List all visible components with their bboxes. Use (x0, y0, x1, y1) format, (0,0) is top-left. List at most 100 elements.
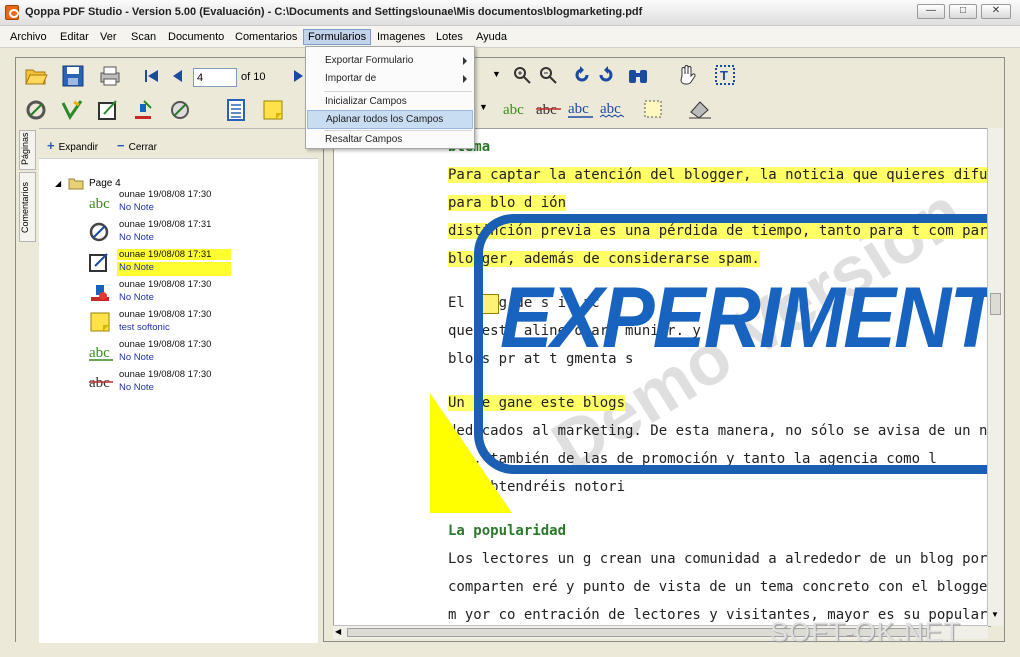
plus-icon: + (47, 138, 55, 153)
text-box-icon (89, 253, 108, 272)
rotate-left-icon[interactable] (572, 65, 592, 85)
menu-importar-de[interactable]: Importar de (307, 69, 473, 88)
maximize-button[interactable]: □ (949, 4, 977, 19)
annotation-note: No Note (119, 382, 154, 393)
menu-documento[interactable]: Documento (164, 29, 228, 45)
menu-imagenes[interactable]: Imagenes (373, 29, 429, 45)
collapse-arrow-icon[interactable]: ◢ (55, 179, 61, 188)
annotation-item-selected[interactable]: ounae 19/08/08 17:31 No Note (88, 247, 288, 277)
print-icon[interactable] (98, 64, 122, 88)
annotation-note: No Note (119, 292, 154, 303)
scroll-left-icon[interactable]: ◀ (335, 627, 341, 636)
text-select-icon[interactable]: T (714, 64, 736, 86)
find-binoculars-icon[interactable] (627, 64, 649, 86)
annotation-item[interactable]: ounae 19/08/08 17:30 test softonic (88, 307, 288, 337)
menu-aplanar-campos[interactable]: Aplanar todos los Campos (307, 110, 473, 129)
eraser-icon[interactable] (687, 96, 713, 120)
rotate-right-icon[interactable] (596, 65, 616, 85)
doc-line: Para captar la atención del blogger, la … (448, 167, 990, 183)
collapse-button[interactable]: − Cerrar (117, 138, 157, 153)
circle-icon (89, 222, 109, 242)
minus-icon: − (117, 138, 125, 153)
annotation-meta: ounae 19/08/08 17:30 (119, 309, 212, 320)
formularios-dropdown: Exportar Formulario Importar de Iniciali… (305, 46, 475, 149)
menu-ayuda[interactable]: Ayuda (472, 29, 511, 45)
area-select-icon[interactable] (642, 98, 664, 120)
save-icon[interactable] (61, 64, 85, 88)
note-tool-icon[interactable] (261, 98, 285, 122)
submenu-arrow-icon (463, 75, 467, 83)
annotation-meta: ounae 19/08/08 17:30 (119, 189, 212, 200)
strikeout-tool-icon[interactable]: abc (535, 99, 563, 119)
pencil-tool-icon[interactable] (60, 98, 84, 122)
tree-toolbar: + Expandir − Cerrar (39, 129, 318, 159)
collapse-label: Cerrar (128, 142, 157, 153)
menu-ver[interactable]: Ver (96, 29, 121, 45)
svg-text:abc: abc (89, 375, 110, 391)
annotation-meta: ounae 19/08/08 17:31 (117, 249, 231, 260)
menu-editar[interactable]: Editar (56, 29, 93, 45)
svg-text:T: T (720, 68, 728, 83)
window-title: Qoppa PDF Studio - Version 5.00 (Evaluac… (25, 6, 643, 18)
close-button[interactable]: ✕ (981, 4, 1011, 19)
annotation-item[interactable]: abc ounae 19/08/08 17:30 No Note (88, 187, 288, 217)
eraser-tool-icon[interactable] (168, 98, 192, 122)
menu-comentarios[interactable]: Comentarios (231, 29, 301, 45)
underline-text-icon: abc (89, 345, 113, 361)
menu-formularios[interactable]: Formularios (303, 29, 372, 45)
menu-exportar-formulario[interactable]: Exportar Formulario (307, 51, 473, 70)
menu-resaltar-campos[interactable]: Resaltar Campos (307, 130, 473, 149)
menu-bar: Archivo Editar Ver Scan Documento Coment… (0, 26, 1020, 48)
oval-tool-icon[interactable] (24, 98, 48, 122)
title-bar: Qoppa PDF Studio - Version 5.00 (Evaluac… (0, 0, 1020, 26)
next-page-icon[interactable] (291, 67, 305, 85)
pdf-page-view[interactable]: Demo Version blema Para captar la atenci… (333, 128, 991, 627)
list-view-icon[interactable] (224, 98, 248, 122)
tab-paginas[interactable]: Páginas (19, 130, 36, 170)
page-number-input[interactable] (193, 68, 237, 87)
zoom-out-icon[interactable] (538, 65, 558, 85)
menu-lotes[interactable]: Lotes (432, 29, 467, 45)
open-folder-icon[interactable] (24, 64, 48, 88)
svg-text:abc: abc (568, 101, 589, 117)
color-dropdown-icon[interactable]: ▼ (479, 102, 488, 112)
annotation-item[interactable]: ounae 19/08/08 17:31 No Note (88, 217, 288, 247)
annotation-item[interactable]: ounae 19/08/08 17:30 No Note (88, 277, 288, 307)
annotation-meta: ounae 19/08/08 17:30 (119, 279, 212, 290)
annotation-meta: ounae 19/08/08 17:31 (119, 219, 212, 230)
doc-line: para blo d ión (448, 195, 567, 211)
svg-text:abc: abc (536, 102, 557, 118)
app-icon (5, 5, 19, 20)
zoom-in-icon[interactable] (512, 65, 532, 85)
site-watermark: SOFT-OK.NET (770, 617, 962, 647)
side-tabs: Páginas Comentarios (16, 128, 39, 643)
minimize-button[interactable]: — (917, 4, 945, 19)
annotation-meta: ounae 19/08/08 17:30 (119, 339, 212, 350)
scroll-down-icon[interactable]: ▼ (991, 610, 999, 619)
zoom-dropdown-icon[interactable]: ▼ (492, 69, 501, 79)
first-page-icon[interactable] (143, 67, 161, 85)
text-box-tool-icon[interactable] (96, 98, 120, 122)
expand-button[interactable]: + Expandir (47, 138, 98, 153)
svg-text:abc: abc (89, 196, 110, 212)
scrollbar-thumb[interactable] (990, 293, 1001, 315)
menu-archivo[interactable]: Archivo (6, 29, 51, 45)
annotation-tree: ◢ Page 4 abc ounae 19/08/08 17:30 No Not… (55, 177, 315, 393)
annotation-note: No Note (119, 202, 154, 213)
menu-scan[interactable]: Scan (127, 29, 160, 45)
annotation-item[interactable]: abc ounae 19/08/08 17:30 No Note (88, 367, 288, 397)
previous-page-icon[interactable] (169, 67, 187, 85)
expand-label: Expandir (58, 142, 99, 153)
squiggly-tool-icon[interactable]: abc (599, 99, 627, 119)
underline-tool-icon[interactable]: abc (567, 99, 595, 119)
experimental-stamp: EXPERIMENTAL (500, 270, 991, 366)
tab-comentarios[interactable]: Comentarios (19, 172, 36, 242)
annotation-item[interactable]: abc ounae 19/08/08 17:30 No Note (88, 337, 288, 367)
page-count-label: of 10 (241, 71, 266, 83)
doc-line: Los lectores un g crean una comunidad a … (448, 551, 991, 567)
menu-inicializar-campos[interactable]: Inicializar Campos (307, 92, 473, 111)
vertical-scrollbar[interactable]: ▼ (987, 128, 1003, 626)
stamp-tool-icon[interactable] (131, 98, 155, 122)
highlight-tool-icon[interactable]: abc (502, 99, 530, 119)
hand-tool-icon[interactable] (676, 63, 700, 87)
